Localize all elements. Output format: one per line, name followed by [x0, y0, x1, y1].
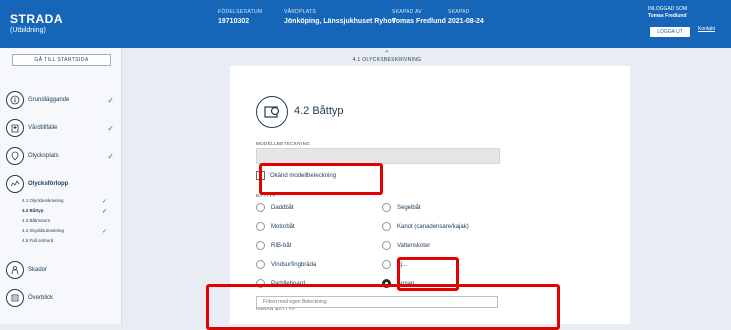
previous-section-link[interactable]: ⌃ 4.1 OLYCKSBESKRIVNING: [342, 50, 432, 63]
user-name: Tomas Fredlund: [648, 12, 687, 19]
model-label: MODELLBETECKNING: [256, 141, 311, 146]
sidebar-item-label: Olycksplats: [28, 153, 59, 159]
radio-motorbat[interactable]: Motorbåt: [256, 222, 295, 231]
sidebar-item-vardtillfalle[interactable]: Vårdtillfälle ✓: [6, 116, 118, 140]
subnav-item-4-1[interactable]: 4.1 Olyckbeskrivning ✓: [22, 198, 107, 205]
back-to-start-button[interactable]: GÅ TILL STARTSIDA: [12, 54, 111, 66]
accident-icon: [6, 175, 24, 193]
radio-label: Vattenskoter: [397, 242, 431, 249]
boat-type-label: BÅTTYP: [256, 193, 276, 198]
radio-button-selected[interactable]: [382, 279, 391, 288]
radio-label: Motorbåt: [271, 223, 295, 230]
sidebar-item-overblick[interactable]: Överblick: [6, 286, 118, 310]
radio-button[interactable]: [382, 241, 391, 250]
user-info: INLOGGAD SOM Tomas Fredlund: [648, 6, 687, 19]
check-icon: ✓: [101, 229, 107, 235]
radio-button[interactable]: [256, 279, 265, 288]
previous-section-label: 4.1 OLYCKSBESKRIVNING: [352, 57, 422, 63]
radio-label: Ej...: [397, 261, 408, 268]
check-icon: ✓: [101, 209, 107, 215]
radio-button[interactable]: [256, 241, 265, 250]
main-content: ⌃ 4.1 OLYCKSBESKRIVNING 4.2 Båttyp MODEL…: [122, 48, 731, 324]
overview-icon: [6, 289, 24, 307]
sidebar-item-olycksforlopp[interactable]: Olycksförlopp: [6, 172, 118, 196]
radio-kanot[interactable]: Kanot (canadensare/kajak): [382, 222, 469, 231]
chevron-up-icon: ⌃: [384, 51, 390, 57]
radio-label: Segelbåt: [397, 204, 421, 211]
hospital-icon: [6, 119, 24, 137]
sidebar-item-label: Vårdtillfälle: [28, 125, 58, 131]
checkbox-box[interactable]: [256, 171, 265, 180]
header-value-created-by: Tomas Fredlund: [392, 18, 446, 25]
subnav-label: 4.5 Fall ombord: [22, 238, 54, 243]
check-icon: ✓: [107, 95, 114, 105]
radio-button[interactable]: [382, 203, 391, 212]
radio-label: Paddleboard: [271, 280, 306, 287]
sidebar-item-skador[interactable]: Skador: [6, 258, 118, 282]
subnav-label: 4.4 Skyddsutrustning: [22, 228, 65, 233]
radio-label: Daddbåt: [271, 204, 294, 211]
check-icon: ✓: [107, 123, 114, 133]
boat-section-icon: [256, 96, 288, 128]
radio-ej[interactable]: Ej...: [382, 260, 407, 269]
subnav-item-4-5[interactable]: 4.5 Fall ombord: [22, 238, 107, 243]
check-icon: ✓: [107, 151, 114, 161]
radio-label: RIB-båt: [271, 242, 292, 249]
sidebar-item-label: Grundläggande: [28, 97, 70, 103]
subnav-label: 4.2 Båttyp: [22, 208, 44, 213]
header-label-created-by: SKAPAD AV: [392, 9, 423, 15]
radio-button[interactable]: [256, 203, 265, 212]
subnav-item-4-3[interactable]: 4.3 Båtmotorn: [22, 218, 107, 223]
subnav-item-4-2[interactable]: 4.2 Båttyp ✓: [22, 208, 107, 215]
radio-annan[interactable]: Annan: [382, 279, 414, 288]
subnav-label: 4.1 Olyckbeskrivning: [22, 198, 64, 203]
radio-label: Kanot (canadensare/kajak): [397, 223, 469, 230]
header-value-created: 2021-08-24: [448, 18, 484, 25]
radio-button[interactable]: [382, 260, 391, 269]
app-name: STRADA: [10, 12, 63, 26]
header-label-created: SKAPAD: [448, 9, 470, 15]
radio-rib-bat[interactable]: RIB-båt: [256, 241, 291, 250]
contact-link[interactable]: Kontakt: [698, 26, 715, 32]
radio-paddleboard[interactable]: Paddleboard: [256, 279, 305, 288]
user-label: INLOGGAD SOM: [648, 6, 688, 12]
sidebar-item-grundlaggande[interactable]: Grundläggande ✓: [6, 88, 118, 112]
radio-vattenskoter[interactable]: Vattenskoter: [382, 241, 430, 250]
sidebar: GÅ TILL STARTSIDA Grundläggande ✓ Vårdti…: [0, 48, 122, 324]
header-value-location: Jönköping, Länssjukhuset Ryhov: [284, 18, 396, 25]
radio-vindsurfingbrada[interactable]: Vindsurfingbräda: [256, 260, 316, 269]
section-title: 4.2 Båttyp: [294, 105, 344, 117]
radio-label: Vindsurfingbräda: [271, 261, 317, 268]
radio-daddbat[interactable]: Daddbåt: [256, 203, 294, 212]
info-icon: [6, 91, 24, 109]
header-label-birthdate: FÖDELSEDATUM: [218, 9, 263, 15]
subnav-label: 4.3 Båtmotorn: [22, 218, 51, 223]
injury-icon: [6, 261, 24, 279]
other-boat-input[interactable]: Fritext med egen Beteckning: [256, 296, 498, 308]
top-bar: STRADA (Utbildning) FÖDELSEDATUM 1971030…: [0, 0, 731, 48]
check-icon: ✓: [101, 199, 107, 205]
model-input: [256, 148, 500, 164]
unknown-model-label: Okänd modellbeteckning: [270, 172, 337, 179]
sidebar-item-label: Skador: [28, 267, 48, 273]
subnav-item-4-4[interactable]: 4.4 Skyddsutrustning ✓: [22, 228, 107, 235]
radio-button[interactable]: [256, 222, 265, 231]
radio-segelbat[interactable]: Segelbåt: [382, 203, 421, 212]
form-card: 4.2 Båttyp MODELLBETECKNING Okänd modell…: [230, 66, 630, 324]
location-icon: [6, 147, 24, 165]
unknown-model-checkbox[interactable]: Okänd modellbeteckning: [256, 171, 336, 180]
radio-button[interactable]: [382, 222, 391, 231]
logout-button[interactable]: LOGGA UT: [650, 27, 690, 37]
sidebar-item-olycksplats[interactable]: Olycksplats ✓: [6, 144, 118, 168]
sidebar-item-label: Överblick: [28, 295, 54, 301]
radio-label: Annan: [397, 280, 415, 287]
app-subtitle: (Utbildning): [10, 27, 46, 34]
header-label-location: VÅRDPLATS: [284, 9, 317, 15]
sidebar-item-label: Olycksförlopp: [28, 181, 69, 187]
header-value-birthdate: 19710302: [218, 18, 250, 25]
radio-button[interactable]: [256, 260, 265, 269]
app-logo[interactable]: STRADA (Utbildning): [10, 12, 63, 34]
